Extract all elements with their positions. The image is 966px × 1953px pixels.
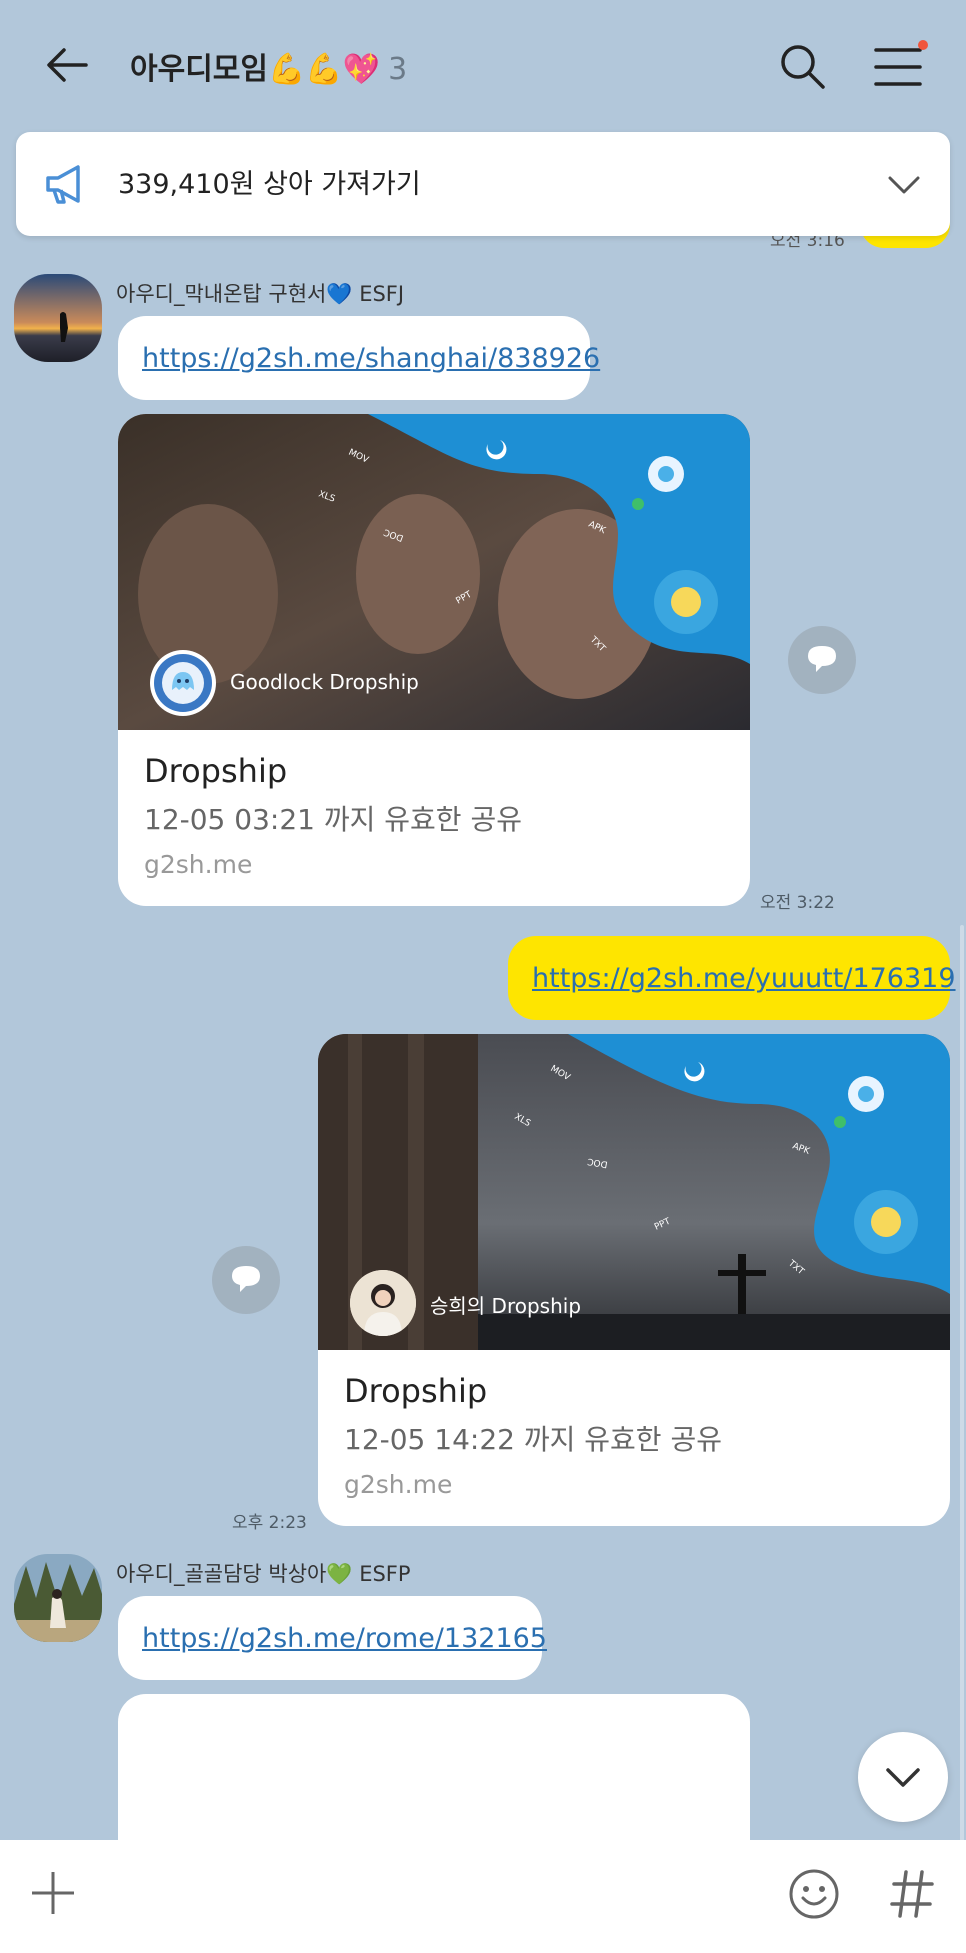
- menu-icon: [874, 48, 922, 86]
- share-button[interactable]: [212, 1246, 280, 1314]
- share-icon: [808, 646, 836, 672]
- avatar[interactable]: [14, 1554, 102, 1642]
- message-link[interactable]: https://g2sh.me/rome/132165: [142, 1623, 547, 1654]
- plus-icon[interactable]: [30, 1870, 76, 1916]
- message-time: 오전 3:22: [760, 893, 835, 913]
- preview-subtitle: 12-05 14:22 까지 유효한 공유: [344, 1423, 722, 1456]
- dropship-logo-icon: [150, 650, 216, 716]
- preview-subtitle: 12-05 03:21 까지 유효한 공유: [144, 803, 522, 836]
- back-arrow-icon[interactable]: [42, 40, 92, 90]
- scrollbar[interactable]: [960, 925, 964, 1845]
- sender-name: 아우디_골골담당 박상아💚 ESFP: [116, 1562, 411, 1586]
- sender-avatar-image: [350, 1270, 416, 1336]
- search-icon[interactable]: [778, 42, 828, 92]
- preview-title: Dropship: [344, 1372, 488, 1410]
- chat-room-title: 아우디모임💪💪💖 3: [130, 44, 407, 88]
- chevron-down-icon[interactable]: [886, 170, 922, 200]
- message-bubble[interactable]: https://g2sh.me/rome/132165: [118, 1596, 547, 1680]
- room-name: 아우디모임💪💪💖: [130, 52, 381, 87]
- share-button[interactable]: [788, 626, 856, 694]
- my-message-bubble[interactable]: https://g2sh.me/yuuutt/176319: [508, 936, 956, 1020]
- message-bubble[interactable]: https://g2sh.me/shanghai/838926: [118, 316, 600, 400]
- megaphone-icon: [46, 165, 80, 204]
- input-bar: [0, 1840, 966, 1953]
- avatar-forest-image: [14, 1554, 102, 1642]
- preview-brand-label: 승희의 Dropship: [430, 1294, 582, 1318]
- message-link[interactable]: https://g2sh.me/shanghai/838926: [142, 343, 600, 374]
- preview-domain: g2sh.me: [344, 1470, 453, 1499]
- link-preview-card[interactable]: MOV XLS DOC APK PPT TXT 승희의 Dropship Dro…: [318, 1034, 950, 1526]
- notification-dot: [918, 40, 928, 50]
- share-icon: [232, 1266, 260, 1292]
- menu-button[interactable]: [872, 40, 928, 92]
- pinned-notice[interactable]: 339,410원 상아 가져가기: [16, 132, 950, 236]
- link-preview-card[interactable]: MOV XLS DOC APK PPT TXT Goodlock Dropshi…: [118, 414, 750, 906]
- member-count: 3: [388, 52, 408, 87]
- avatar-sunset-image: [14, 274, 102, 362]
- preview-title: Dropship: [144, 752, 288, 790]
- avatar[interactable]: [14, 274, 102, 362]
- emoji-icon[interactable]: [788, 1868, 840, 1920]
- message-link[interactable]: https://g2sh.me/yuuutt/176319: [532, 963, 956, 994]
- chat-header: 아우디모임💪💪💖 3: [0, 0, 966, 130]
- notice-text: 339,410원 상아 가져가기: [118, 169, 421, 200]
- preview-brand-label: Goodlock Dropship: [230, 670, 419, 694]
- chevron-down-icon: [886, 1768, 920, 1787]
- sender-name: 아우디_막내온탑 구현서💙 ESFJ: [116, 282, 405, 306]
- preview-domain: g2sh.me: [144, 850, 253, 879]
- scroll-to-bottom-button[interactable]: [858, 1732, 948, 1822]
- message-time: 오후 2:23: [232, 1513, 307, 1533]
- hash-icon[interactable]: [890, 1868, 934, 1920]
